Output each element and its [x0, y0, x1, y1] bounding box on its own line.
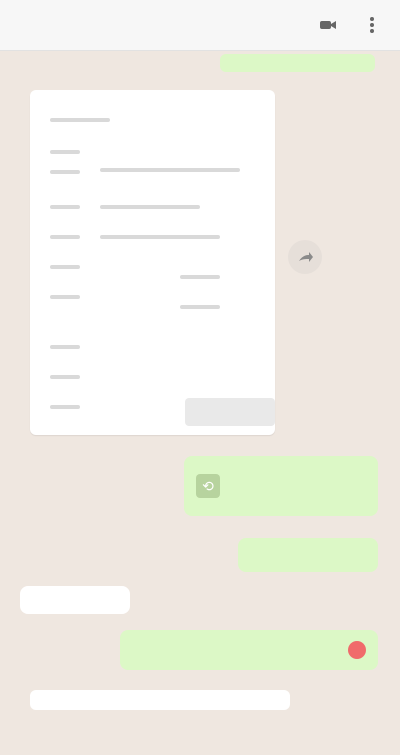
emoji-icon: [348, 641, 366, 659]
received-message[interactable]: [20, 586, 130, 614]
message-preview[interactable]: [30, 690, 290, 710]
document-caption: [185, 398, 275, 426]
video-call-icon[interactable]: [314, 11, 342, 39]
document-preview-card[interactable]: [30, 90, 275, 435]
chat-header: [0, 0, 400, 51]
sent-message-top[interactable]: [220, 54, 375, 72]
sent-message-short[interactable]: [238, 538, 378, 572]
more-options-icon[interactable]: [358, 11, 386, 39]
sent-message-long[interactable]: [120, 630, 378, 670]
link-icon: ⟲: [196, 474, 220, 498]
forward-icon[interactable]: [288, 240, 322, 274]
sent-link-message[interactable]: ⟲: [184, 456, 378, 516]
